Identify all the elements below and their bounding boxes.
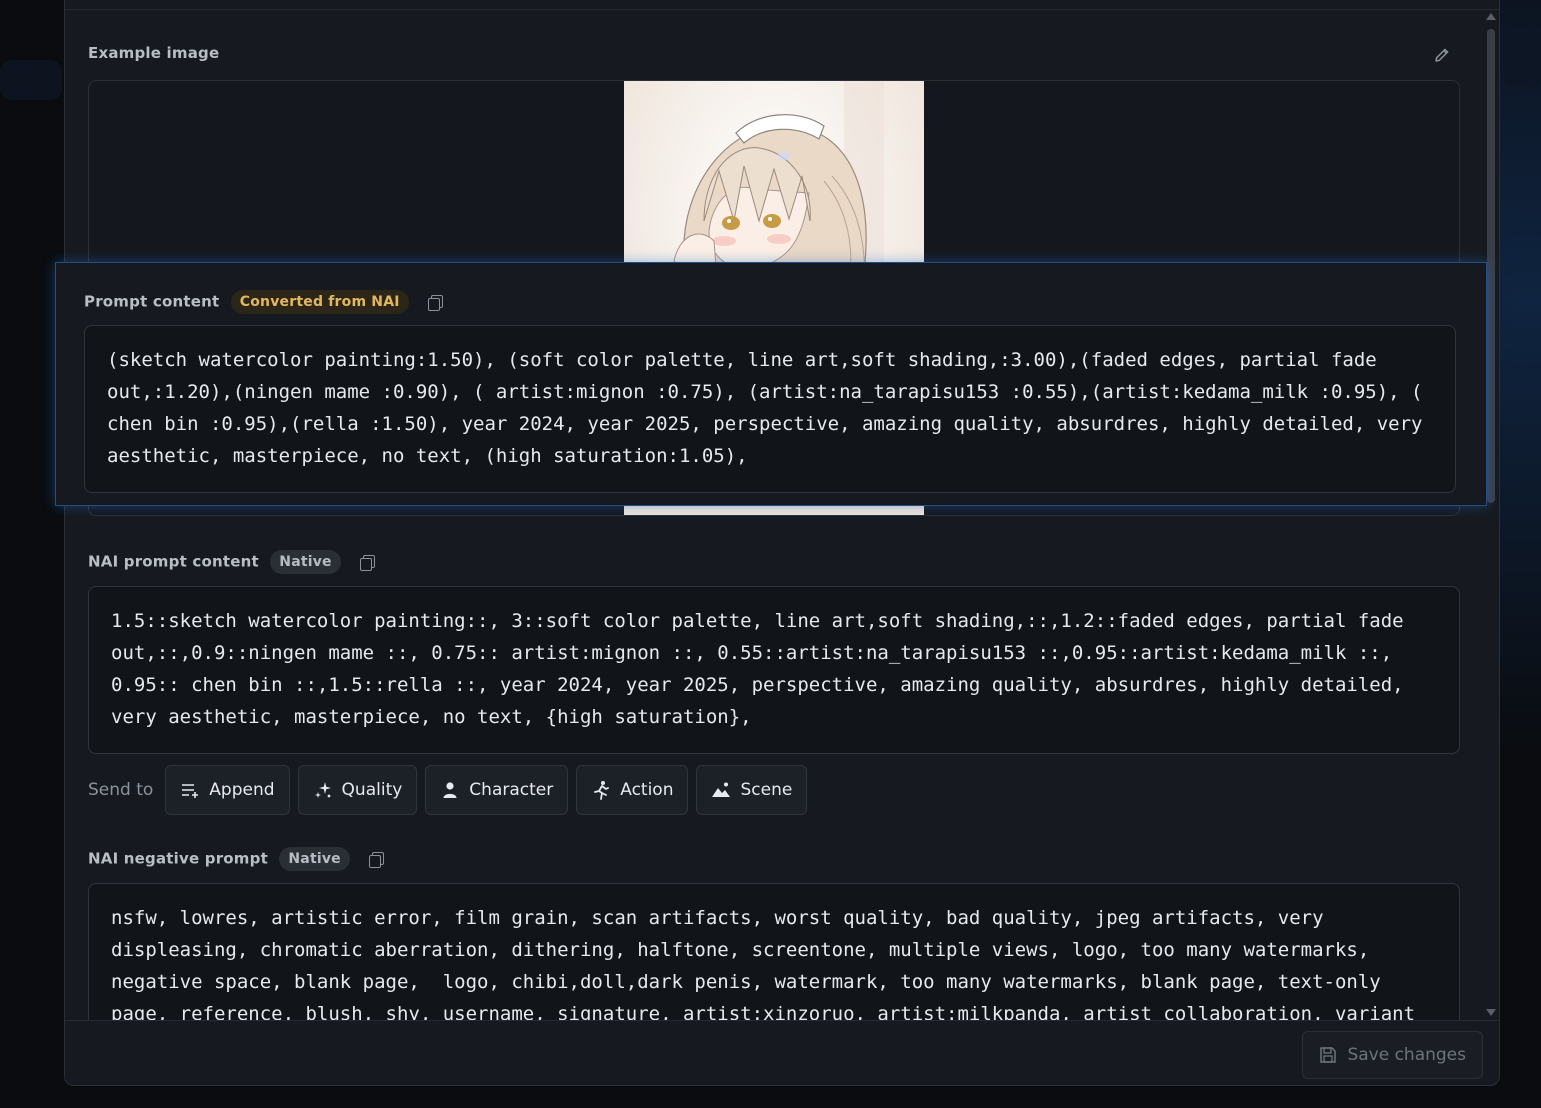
send-to-label: Send to xyxy=(88,780,154,800)
divider xyxy=(65,9,1499,10)
mountain-icon xyxy=(712,782,731,797)
append-label: Append xyxy=(209,780,275,800)
background-panel xyxy=(1505,30,1541,90)
scene-button[interactable]: Scene xyxy=(696,765,808,815)
character-label: Character xyxy=(469,780,554,800)
modal-scrollbar[interactable] xyxy=(1485,11,1497,1019)
background-panel xyxy=(0,60,62,100)
prompt-content-label: Prompt content xyxy=(84,292,220,311)
copy-icon[interactable] xyxy=(369,851,385,868)
action-label: Action xyxy=(620,780,674,800)
prompt-content-header: Prompt content Converted from NAI xyxy=(84,290,444,314)
native-badge: Native xyxy=(270,550,341,574)
converted-from-nai-badge: Converted from NAI xyxy=(230,290,409,314)
save-changes-button[interactable]: Save changes xyxy=(1302,1031,1483,1079)
save-changes-label: Save changes xyxy=(1347,1045,1466,1065)
prompt-content-panel: Prompt content Converted from NAI (sketc… xyxy=(55,262,1487,506)
sparkles-icon xyxy=(314,782,331,798)
prompt-content-textarea[interactable]: (sketch watercolor painting:1.50), (soft… xyxy=(84,325,1456,493)
running-figure-icon xyxy=(594,781,610,800)
nai-negative-header: NAI negative prompt Native xyxy=(88,847,385,871)
scroll-down-arrow-icon[interactable] xyxy=(1486,1009,1496,1016)
quality-label: Quality xyxy=(341,780,403,800)
scroll-up-arrow-icon[interactable] xyxy=(1486,13,1496,20)
edit-prompt-modal: Example image NAI prompt content Native … xyxy=(64,0,1500,1086)
nai-prompt-textarea[interactable]: 1.5::sketch watercolor painting::, 3::so… xyxy=(88,586,1460,754)
send-to-row: Send to Append Quality Character Action … xyxy=(88,765,808,815)
scene-label: Scene xyxy=(740,780,793,800)
quality-button[interactable]: Quality xyxy=(297,765,418,815)
copy-icon[interactable] xyxy=(428,294,444,311)
pencil-icon[interactable] xyxy=(1433,46,1451,64)
scrollbar-thumb[interactable] xyxy=(1487,29,1495,503)
example-image-label: Example image xyxy=(88,44,220,62)
copy-icon[interactable] xyxy=(360,554,376,571)
action-button[interactable]: Action xyxy=(576,765,689,815)
nai-prompt-header: NAI prompt content Native xyxy=(88,550,376,574)
append-button[interactable]: Append xyxy=(165,765,290,815)
character-button[interactable]: Character xyxy=(425,765,569,815)
native-badge: Native xyxy=(279,847,350,871)
floppy-disk-icon xyxy=(1320,1047,1337,1063)
person-icon xyxy=(443,782,457,798)
modal-footer: Save changes xyxy=(65,1020,1499,1085)
nai-negative-label: NAI negative prompt xyxy=(88,849,268,868)
nai-prompt-label: NAI prompt content xyxy=(88,552,259,571)
append-list-icon xyxy=(182,784,199,798)
